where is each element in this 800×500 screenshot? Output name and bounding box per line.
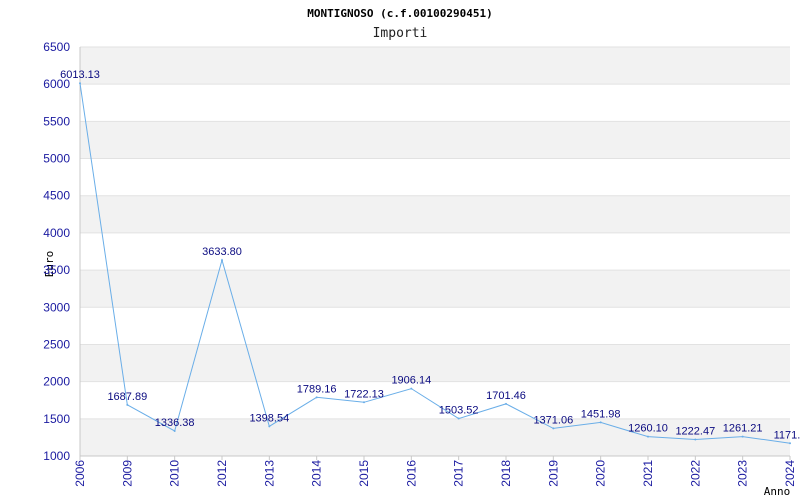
data-point <box>599 421 602 424</box>
y-tick-label: 1500 <box>43 412 70 426</box>
y-tick-label: 3000 <box>43 300 70 314</box>
x-tick-label: 2017 <box>452 460 466 487</box>
chart-subtitle: Importi <box>373 26 428 41</box>
x-tick-label: 2018 <box>499 460 513 487</box>
y-tick-label: 4500 <box>43 189 70 203</box>
data-point <box>410 387 413 390</box>
data-label: 1398.54 <box>249 412 289 424</box>
grid-band <box>80 158 790 196</box>
data-label: 1789.16 <box>297 383 337 395</box>
x-tick-label: 2016 <box>404 460 418 487</box>
x-tick-label: 2023 <box>736 460 750 487</box>
data-label: 6013.13 <box>60 69 100 81</box>
data-point <box>79 82 81 85</box>
grid-band <box>80 307 790 345</box>
y-tick-label: 3500 <box>43 263 70 277</box>
data-point <box>126 403 129 406</box>
x-tick-label: 2006 <box>73 460 87 487</box>
x-tick-label: 2022 <box>688 460 702 487</box>
grid-band <box>80 344 790 382</box>
x-tick-label: 2009 <box>120 460 134 487</box>
y-tick-label: 2500 <box>43 337 70 351</box>
grid-bands <box>80 47 790 456</box>
data-label: 1222.47 <box>675 425 715 437</box>
data-point <box>505 402 507 405</box>
grid-band <box>80 270 790 308</box>
data-point <box>694 438 697 441</box>
x-tick-label: 2013 <box>262 460 276 487</box>
x-tick-label: 2015 <box>357 460 371 487</box>
line-chart: MONTIGNOSO (c.f.00100290451) Importi Eur… <box>43 7 800 498</box>
data-label: 1261.21 <box>723 423 763 435</box>
data-label: 1701.46 <box>486 390 526 402</box>
data-label: 1503.52 <box>439 405 479 417</box>
data-label: 1171.4 <box>774 429 800 441</box>
data-point <box>173 429 176 432</box>
grid-band <box>80 232 790 271</box>
x-tick-label: 2014 <box>310 460 324 487</box>
data-point <box>221 259 223 262</box>
data-point <box>741 435 744 438</box>
data-point <box>552 427 555 430</box>
x-tick-labels: 2006 2009 2010 2012 2013 2014 2015 2016 2017 2018… <box>73 456 797 487</box>
data-label: 1260.10 <box>628 423 668 435</box>
y-tick-label: 5000 <box>43 152 70 166</box>
data-point <box>647 435 649 438</box>
x-tick-label: 2020 <box>594 460 608 487</box>
x-tick-label: 2019 <box>546 460 560 487</box>
grid-band <box>80 84 790 122</box>
x-tick-label: 2024 <box>783 460 797 487</box>
y-tick-label: 1000 <box>43 449 70 463</box>
x-tick-label: 2021 <box>641 460 655 487</box>
x-tick-label: 2012 <box>215 460 229 487</box>
data-label: 1336.38 <box>155 417 195 429</box>
y-tick-label: 4000 <box>43 226 70 240</box>
data-label: 1371.06 <box>533 414 573 426</box>
data-point <box>315 396 318 399</box>
x-tick-label: 2010 <box>168 460 182 487</box>
y-tick-label: 6500 <box>43 40 70 54</box>
y-tick-label: 2000 <box>43 375 70 389</box>
grid-band <box>80 121 790 159</box>
data-point <box>457 417 460 420</box>
data-label: 1722.13 <box>344 388 384 400</box>
chart-title: MONTIGNOSO (c.f.00100290451) <box>307 7 492 20</box>
grid-band <box>80 195 790 233</box>
data-label: 1451.98 <box>581 408 621 420</box>
data-point <box>268 425 271 428</box>
data-point <box>363 401 365 404</box>
data-label: 1687.89 <box>107 391 147 403</box>
data-label: 3633.80 <box>202 246 242 258</box>
data-point <box>789 442 791 445</box>
y-tick-label: 5500 <box>43 114 70 128</box>
data-label: 1906.14 <box>391 375 431 387</box>
grid-band <box>80 47 790 85</box>
